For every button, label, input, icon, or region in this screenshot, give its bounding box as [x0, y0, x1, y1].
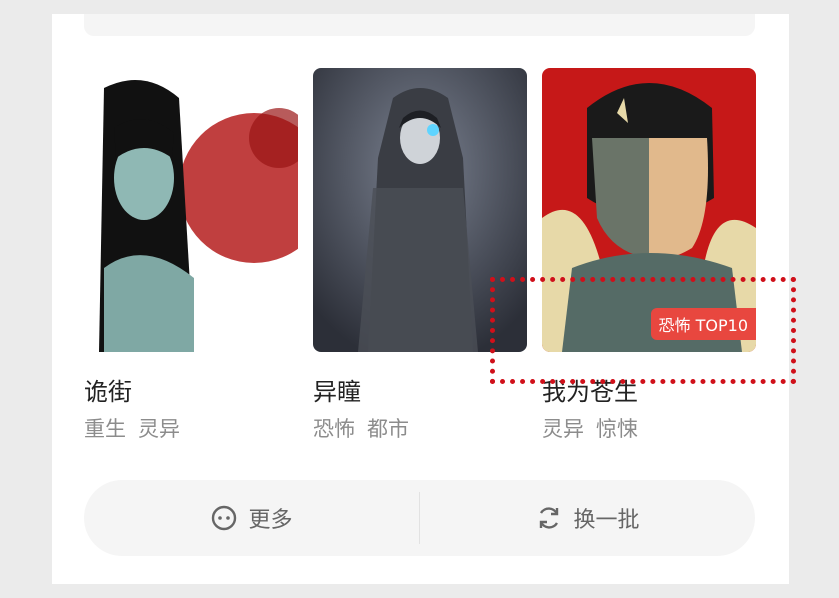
book-tags-1: 重生 灵异	[84, 413, 180, 443]
actions-bar: 更多 换一批	[84, 480, 755, 556]
highlight-box	[490, 277, 796, 384]
more-button[interactable]: 更多	[84, 480, 419, 556]
book-title-1[interactable]: 诡街	[84, 372, 132, 407]
book-tag: 恐怖	[313, 417, 355, 441]
refresh-button[interactable]: 换一批	[420, 480, 755, 556]
book-tag: 灵异	[138, 417, 180, 441]
refresh-label: 换一批	[573, 508, 640, 533]
cover-art-1	[84, 68, 298, 352]
refresh-icon	[535, 504, 563, 532]
book-tag: 惊悚	[596, 417, 638, 441]
book-tags-2: 恐怖 都市	[313, 413, 409, 443]
previous-section-strip	[84, 14, 755, 36]
book-tag: 灵异	[542, 417, 584, 441]
chat-bubble-icon	[210, 504, 238, 532]
book-tag: 重生	[84, 417, 126, 441]
book-title-2[interactable]: 异瞳	[313, 372, 361, 407]
book-tags-3: 灵异 惊悚	[542, 413, 638, 443]
book-cover-1[interactable]	[84, 68, 298, 352]
book-tag: 都市	[367, 417, 409, 441]
more-label: 更多	[248, 508, 293, 533]
